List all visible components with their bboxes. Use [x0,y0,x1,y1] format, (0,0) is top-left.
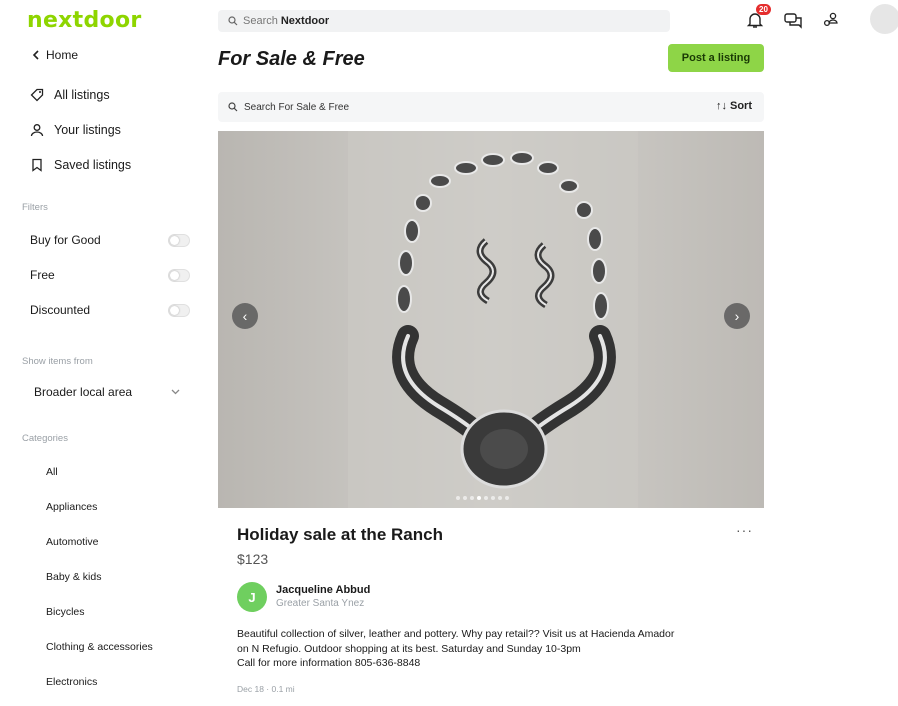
category-appliances[interactable]: Appliances [46,501,97,513]
category-clothing-accessories[interactable]: Clothing & accessories [46,641,153,653]
carousel-dots [456,496,509,500]
search-prefix: Search [243,15,278,27]
description-line: Beautiful collection of silver, leather … [237,628,675,640]
search-icon [228,16,238,26]
carousel-dot[interactable] [491,496,495,500]
more-options-button[interactable]: ··· [736,522,753,538]
global-search-input[interactable]: Search Nextdoor [218,10,670,32]
nextdoor-logo[interactable]: nextdoor [27,8,142,33]
back-home-label: Home [46,48,79,62]
chevron-left-icon: ‹ [242,308,248,324]
filter-discounted: Discounted [30,303,190,317]
listing-title[interactable]: Holiday sale at the Ranch [237,525,443,545]
chat-icon [784,13,802,29]
post-listing-button[interactable]: Post a listing [668,44,764,72]
sidebar-item-all-listings[interactable]: All listings [30,88,110,102]
messages-button[interactable] [778,6,808,34]
discounted-toggle[interactable] [168,303,190,317]
carousel-dot[interactable] [484,496,488,500]
filter-label: Free [30,268,55,282]
sidebar-item-your-listings[interactable]: Your listings [30,123,121,137]
carousel-next-button[interactable]: › [724,303,750,329]
search-icon [228,102,238,112]
category-all[interactable]: All [46,466,58,478]
category-bicycles[interactable]: Bicycles [46,606,85,618]
category-automotive[interactable]: Automotive [46,536,99,548]
category-baby-kids[interactable]: Baby & kids [46,571,101,583]
page-title: For Sale & Free [218,48,365,70]
show-items-heading: Show items from [22,356,93,367]
chevron-left-icon [32,50,39,60]
search-placeholder: Search For Sale & Free [244,101,350,113]
neighbors-button[interactable] [816,6,846,34]
sort-label: Sort [730,100,752,112]
listing-photo[interactable]: ‹ › [218,131,764,508]
description-line: Call for more information 805-636-8848 [237,657,421,669]
chevron-right-icon: › [734,308,740,324]
filter-label: Buy for Good [30,233,101,247]
search-brand: Nextdoor [280,15,330,27]
category-electronics[interactable]: Electronics [46,676,97,688]
description-line: on N Refugio. Outdoor shopping at its be… [237,642,581,655]
seller-avatar[interactable]: J [237,582,267,612]
jewelry-photo [218,131,764,508]
seller-name[interactable]: Jacqueline Abbud [276,584,370,596]
sidebar-item-label: Saved listings [54,158,132,172]
carousel-prev-button[interactable]: ‹ [232,303,258,329]
sidebar-item-saved-listings[interactable]: Saved listings [30,158,131,172]
free-toggle[interactable] [168,268,190,282]
listing-meta: Dec 18 · 0.1 mi [237,684,295,694]
carousel-dot[interactable] [470,496,474,500]
back-home-link[interactable]: Home [32,48,78,62]
chevron-down-icon [171,389,180,395]
seller-neighborhood: Greater Santa Ynez [276,598,365,609]
filter-buy-for-good: Buy for Good [30,233,190,247]
categories-heading: Categories [22,433,68,444]
carousel-dot[interactable] [505,496,509,500]
person-icon [30,124,44,137]
area-select-value: Broader local area [34,385,133,399]
carousel-dot[interactable] [498,496,502,500]
for-sale-search-input[interactable]: Search For Sale & Free ↑↓ Sort [218,92,764,122]
sidebar-item-label: Your listings [54,123,121,137]
profile-avatar[interactable] [870,4,898,34]
sort-button[interactable]: ↑↓ Sort [716,100,752,112]
notifications-button[interactable]: 20 [740,4,771,34]
filter-label: Discounted [30,303,91,317]
buy-for-good-toggle[interactable] [168,233,190,247]
listing-description: Beautiful collection of silver, leather … [237,627,757,671]
people-icon [823,12,838,27]
carousel-dot[interactable] [463,496,467,500]
carousel-dot[interactable] [477,496,481,500]
sort-arrows-icon: ↑↓ [715,100,727,112]
filter-free: Free [30,268,190,282]
sidebar-item-label: All listings [54,88,110,102]
listing-price: $123 [237,551,269,567]
filters-heading: Filters [22,202,48,213]
tag-icon [30,88,44,102]
area-select[interactable]: Broader local area [22,376,190,408]
carousel-dot[interactable] [456,496,460,500]
notification-badge: 20 [756,4,771,15]
bookmark-icon [32,158,42,172]
